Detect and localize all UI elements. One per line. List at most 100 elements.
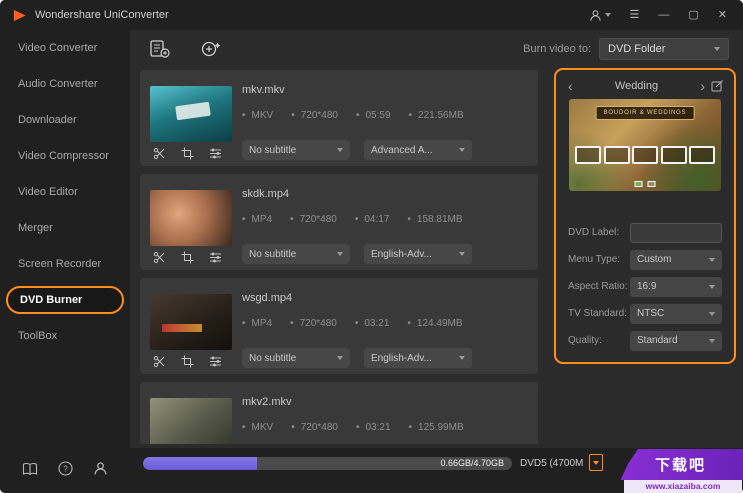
effects-button[interactable]: [209, 147, 222, 160]
subtitle-dropdown[interactable]: No subtitle: [242, 244, 350, 264]
minimize-button[interactable]: —: [658, 8, 669, 22]
book-icon: [22, 462, 38, 475]
field-menu-type: Menu Type: Custom: [556, 246, 734, 273]
add-file-icon: [150, 40, 170, 58]
maximize-button[interactable]: ▢: [688, 8, 698, 22]
template-edit-button[interactable]: [711, 79, 724, 92]
menu-type-value: Custom: [637, 254, 672, 265]
sidebar-item-dvd-burner[interactable]: DVD Burner: [6, 286, 124, 314]
field-quality: Quality: Standard: [556, 327, 734, 354]
trim-button[interactable]: [153, 147, 166, 160]
chevron-down-icon: [337, 148, 343, 152]
account-button[interactable]: [589, 9, 611, 22]
audio-dropdown[interactable]: Advanced A...: [364, 140, 472, 160]
crop-icon: [181, 355, 194, 368]
chevron-down-icon: [709, 311, 715, 316]
main-content: Burn video to: DVD Folder mkv.mkv MKV 72…: [130, 30, 743, 448]
tv-standard-dropdown[interactable]: NTSC: [630, 303, 722, 324]
file-card: mkv2.mkv MKV 720*480 03:21 125.99MB: [140, 382, 538, 444]
sidebar-item-toolbox[interactable]: ToolBox: [0, 318, 130, 354]
subtitle-value: No subtitle: [249, 352, 297, 364]
watermark-site: www.xiazaiba.com: [624, 480, 742, 493]
aspect-ratio-dropdown[interactable]: 16:9: [630, 276, 722, 297]
file-info: MP4 720*480 04:17 158.81MB: [242, 214, 463, 225]
menu-type-dropdown[interactable]: Custom: [630, 249, 722, 270]
audio-value: English-Adv...: [371, 248, 432, 260]
user-guide-button[interactable]: [22, 462, 38, 476]
crop-icon: [181, 251, 194, 264]
file-resolution: 720*480: [291, 422, 338, 433]
file-info: MP4 720*480 03:21 124.49MB: [242, 318, 463, 329]
close-button[interactable]: ✕: [718, 8, 727, 22]
file-duration: 03:21: [356, 422, 390, 433]
file-duration: 03:21: [355, 318, 389, 329]
burn-video-to-label: Burn video to:: [523, 43, 591, 55]
user-icon: [589, 9, 601, 21]
add-effect-button[interactable]: [200, 39, 222, 59]
chevron-down-icon: [709, 257, 715, 262]
tv-standard-value: NTSC: [637, 308, 665, 319]
disc-type-dropdown[interactable]: [589, 454, 603, 471]
template-next-button[interactable]: ›: [698, 79, 707, 93]
file-format: MKV: [242, 422, 274, 433]
sidebar-item-merger[interactable]: Merger: [0, 210, 130, 246]
sidebar-item-video-editor[interactable]: Video Editor: [0, 174, 130, 210]
file-format: MP4: [242, 318, 273, 329]
progress-fill: [143, 457, 258, 470]
burn-target-dropdown[interactable]: DVD Folder: [599, 38, 729, 60]
quality-dropdown[interactable]: Standard: [630, 330, 722, 351]
subtitle-dropdown[interactable]: No subtitle: [242, 140, 350, 160]
sidebar: Video Converter Audio Converter Download…: [0, 30, 130, 448]
sidebar-item-video-converter[interactable]: Video Converter: [0, 30, 130, 66]
chevron-down-icon: [337, 252, 343, 256]
disc-type-value: DVD5 (4700M: [520, 458, 584, 469]
add-files-button[interactable]: [148, 39, 170, 59]
sliders-icon: [210, 356, 221, 367]
sliders-icon: [210, 252, 221, 263]
audio-dropdown[interactable]: English-Adv...: [364, 348, 472, 368]
trim-button[interactable]: [153, 355, 166, 368]
chevron-down-icon: [459, 252, 465, 256]
help-button[interactable]: ?: [58, 461, 73, 476]
chevron-down-icon: [709, 338, 715, 343]
file-card: skdk.mp4 MP4 720*480 04:17 158.81MB No s…: [140, 174, 538, 270]
template-prev-button[interactable]: ‹: [566, 79, 575, 93]
file-name: wsgd.mp4: [242, 292, 293, 304]
watermark: 下载吧 www.xiazaiba.com: [618, 448, 743, 493]
effects-button[interactable]: [209, 355, 222, 368]
sidebar-item-screen-recorder[interactable]: Screen Recorder: [0, 246, 130, 282]
scissors-icon: [153, 252, 165, 264]
template-frame: [575, 146, 601, 164]
crop-button[interactable]: [181, 251, 194, 264]
subtitle-dropdown[interactable]: No subtitle: [242, 348, 350, 368]
video-thumbnail: [150, 294, 232, 350]
trim-button[interactable]: [153, 251, 166, 264]
field-dvd-label: DVD Label:: [556, 219, 734, 246]
chevron-down-icon: [593, 460, 599, 465]
sidebar-item-audio-converter[interactable]: Audio Converter: [0, 66, 130, 102]
sidebar-item-downloader[interactable]: Downloader: [0, 102, 130, 138]
burn-target-value: DVD Folder: [608, 43, 666, 55]
file-resolution: 720*480: [290, 318, 337, 329]
audio-dropdown[interactable]: English-Adv...: [364, 244, 472, 264]
preview-control-icons: [634, 181, 656, 187]
svg-text:?: ?: [63, 465, 68, 474]
crop-button[interactable]: [181, 355, 194, 368]
menu-type-label: Menu Type:: [568, 254, 621, 265]
preview-icon: [647, 181, 656, 187]
video-thumbnail: [150, 86, 232, 142]
crop-button[interactable]: [181, 147, 194, 160]
menu-button[interactable]: ☰: [630, 8, 640, 22]
field-tv-standard: TV Standard: NTSC: [556, 300, 734, 327]
chevron-down-icon: [709, 284, 715, 289]
dvd-label-input[interactable]: [630, 222, 722, 243]
template-frame: [603, 146, 630, 164]
contact-button[interactable]: [93, 461, 108, 476]
disc-space-text: 0.66GB/4.70GB: [440, 458, 504, 468]
field-aspect-ratio: Aspect Ratio: 16:9: [556, 273, 734, 300]
sidebar-item-video-compressor[interactable]: Video Compressor: [0, 138, 130, 174]
dvd-settings-panel: ‹ Wedding › BOUDOIR & WEDDINGS DVD Label…: [554, 68, 736, 364]
dvd-label-label: DVD Label:: [568, 227, 620, 238]
effects-button[interactable]: [209, 251, 222, 264]
subtitle-value: No subtitle: [249, 248, 297, 260]
